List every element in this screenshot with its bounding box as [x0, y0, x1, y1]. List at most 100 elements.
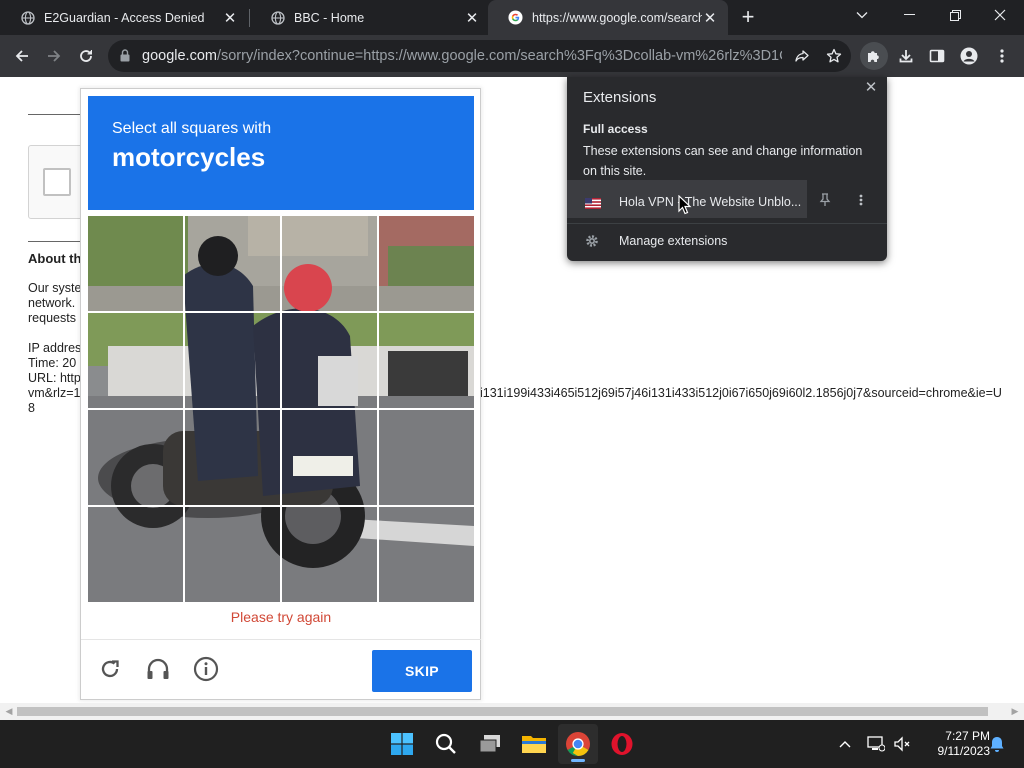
challenge-header: Select all squares with motorcycles	[88, 96, 474, 210]
scroll-right-icon[interactable]: ▶	[1009, 706, 1021, 717]
recaptcha-checkbox[interactable]	[43, 168, 71, 196]
popup-title: Extensions	[583, 89, 657, 106]
image-tile[interactable]	[378, 216, 474, 312]
paragraph-line: network.	[28, 296, 76, 310]
globe-icon	[20, 10, 35, 25]
time-label: Time: 20	[28, 356, 77, 370]
clock-time: 7:27 PM	[945, 729, 990, 743]
tab-title: BBC - Home	[294, 10, 365, 25]
lock-icon[interactable]	[120, 49, 130, 67]
tab-strip: E2Guardian - Access Denied ✕ BBC - Home …	[0, 0, 1024, 35]
tab-google-search[interactable]: https://www.google.com/search? ✕	[488, 0, 728, 35]
ip-address-label: IP addres	[28, 341, 82, 355]
recaptcha-challenge: Select all squares with motorcycles Plea…	[80, 88, 481, 700]
image-tile[interactable]	[88, 216, 184, 312]
side-panel-icon[interactable]	[923, 42, 951, 70]
back-button[interactable]	[8, 42, 36, 70]
full-access-description: These extensions can see and change info…	[583, 144, 863, 178]
reload-challenge-icon[interactable]	[94, 653, 126, 685]
image-tile[interactable]	[184, 312, 281, 409]
image-tile[interactable]	[184, 216, 281, 312]
image-tile[interactable]	[88, 506, 184, 602]
divider	[28, 114, 88, 115]
image-tile[interactable]	[281, 506, 378, 602]
reload-button[interactable]	[72, 42, 100, 70]
search-icon[interactable]	[426, 724, 466, 764]
share-icon[interactable]	[788, 42, 816, 70]
forward-button[interactable]	[40, 42, 68, 70]
new-tab-button[interactable]: +	[736, 4, 760, 29]
network-icon[interactable]	[864, 720, 888, 768]
about-heading: About th	[28, 251, 82, 266]
image-tile[interactable]	[88, 312, 184, 409]
start-button-icon[interactable]	[382, 724, 422, 764]
image-tile[interactable]	[88, 409, 184, 506]
image-tile[interactable]	[184, 409, 281, 506]
manage-extensions-link[interactable]: Manage extensions	[567, 229, 887, 257]
paragraph-line: Our syste	[28, 281, 82, 295]
extensions-puzzle-icon[interactable]	[860, 42, 888, 70]
chrome-menu-icon[interactable]	[988, 42, 1016, 70]
notification-bell-icon[interactable]	[986, 720, 1008, 768]
horizontal-scrollbar[interactable]: ◀ ▶	[0, 703, 1024, 720]
file-explorer-icon[interactable]	[514, 724, 554, 764]
system-clock[interactable]: 7:27 PM 9/11/2023	[912, 729, 991, 759]
scrollbar-thumb[interactable]	[17, 707, 988, 716]
tab-bbc-home[interactable]: BBC - Home ✕	[250, 0, 490, 35]
url-host: google.com	[142, 48, 217, 64]
show-hidden-icons-chevron-icon[interactable]	[833, 720, 857, 768]
taskbar: 7:27 PM 9/11/2023	[0, 720, 1024, 768]
info-icon[interactable]	[190, 653, 222, 685]
bookmark-star-icon[interactable]	[820, 42, 848, 70]
tab-title: E2Guardian - Access Denied	[44, 10, 205, 25]
tab-e2guardian[interactable]: E2Guardian - Access Denied ✕	[0, 0, 248, 35]
url-line: 8	[28, 401, 35, 415]
opera-icon[interactable]	[602, 724, 642, 764]
challenge-image-grid	[88, 216, 474, 602]
divider	[567, 223, 887, 224]
restore-button[interactable]	[933, 0, 977, 30]
url-continuation: i131i199i433i465i512j69i57j46i131i433i51…	[480, 386, 1002, 400]
image-tile[interactable]	[281, 216, 378, 312]
close-tab-icon[interactable]: ✕	[464, 10, 480, 27]
extension-name: Hola VPN - The Website Unblo...	[619, 195, 802, 209]
close-popup-icon[interactable]: ✕	[861, 77, 881, 97]
task-view-icon[interactable]	[470, 724, 510, 764]
browser-toolbar: google.com/sorry/index?continue=https://…	[0, 35, 1024, 77]
image-tile[interactable]	[378, 409, 474, 506]
paragraph-line: requests	[28, 311, 76, 325]
volume-muted-icon[interactable]	[890, 720, 914, 768]
image-tile[interactable]	[281, 409, 378, 506]
close-tab-icon[interactable]: ✕	[702, 10, 718, 27]
skip-button[interactable]: SKIP	[372, 650, 472, 692]
gear-icon	[585, 234, 599, 253]
minimize-button[interactable]	[887, 0, 931, 30]
address-bar[interactable]: google.com/sorry/index?continue=https://…	[108, 40, 851, 72]
tab-title: https://www.google.com/search?	[532, 10, 702, 25]
chrome-taskbar-icon[interactable]	[558, 724, 598, 764]
extensions-popup: Extensions ✕ Full access These extension…	[567, 77, 887, 261]
audio-challenge-icon[interactable]	[142, 653, 174, 685]
pin-icon[interactable]	[819, 193, 835, 211]
download-icon[interactable]	[892, 42, 920, 70]
profile-avatar-icon[interactable]	[955, 42, 983, 70]
scroll-left-icon[interactable]: ◀	[3, 706, 15, 717]
globe-icon	[270, 10, 285, 25]
tab-search-icon[interactable]	[840, 0, 884, 30]
recaptcha-checkbox-widget	[28, 145, 88, 219]
clock-date: 9/11/2023	[937, 744, 991, 758]
url-path: /sorry/index?continue=https://www.google…	[216, 48, 782, 64]
url-label: URL: http	[28, 371, 81, 385]
more-options-icon[interactable]	[859, 193, 875, 211]
close-window-button[interactable]	[978, 0, 1022, 30]
image-tile[interactable]	[378, 506, 474, 602]
error-message: Please try again	[230, 609, 332, 625]
image-tile[interactable]	[184, 506, 281, 602]
manage-extensions-label: Manage extensions	[619, 234, 728, 248]
close-tab-icon[interactable]: ✕	[222, 10, 238, 27]
image-tile[interactable]	[378, 312, 474, 409]
image-tile[interactable]	[281, 312, 378, 409]
url-line: vm&rlz=1	[28, 386, 81, 400]
mouse-cursor-icon	[678, 194, 692, 220]
challenge-target: motorcycles	[112, 142, 266, 172]
